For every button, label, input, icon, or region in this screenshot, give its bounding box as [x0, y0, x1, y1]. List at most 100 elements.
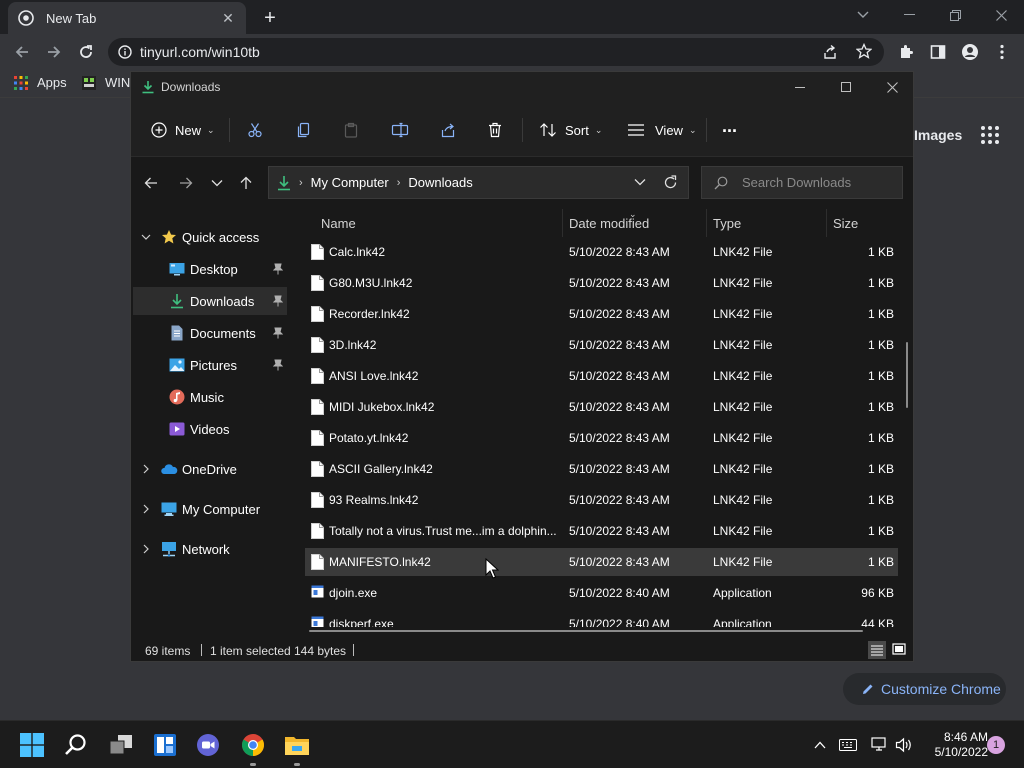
details-view-icon[interactable]: [868, 641, 886, 659]
file-row[interactable]: Calc.lnk42 5/10/2022 8:43 AM LNK42 File 1 K…: [305, 238, 898, 266]
breadcrumb-chevron-icon[interactable]: ›: [397, 177, 401, 189]
nav-documents[interactable]: Documents: [133, 319, 287, 347]
nav-my-computer[interactable]: My Computer: [133, 495, 287, 523]
google-apps-icon[interactable]: [980, 125, 1000, 145]
file-row[interactable]: diskperf.exe 5/10/2022 8:40 AM Application…: [305, 610, 898, 627]
keyboard-icon[interactable]: [838, 735, 858, 755]
notification-badge[interactable]: 1: [987, 736, 1005, 754]
file-row[interactable]: Potato.yt.lnk42 5/10/2022 8:43 AM LNK42 Fi…: [305, 424, 898, 452]
file-explorer-taskbar-button[interactable]: [282, 730, 312, 760]
breadcrumb-my-computer[interactable]: My Computer: [311, 175, 389, 190]
file-row[interactable]: G80.M3U.lnk42 5/10/2022 8:43 AM LNK42 File…: [305, 269, 898, 297]
forward-icon[interactable]: [40, 38, 68, 66]
column-header-size[interactable]: Size: [833, 216, 858, 231]
customize-chrome-button[interactable]: Customize Chrome: [843, 673, 1006, 705]
nav-downloads[interactable]: Downloads: [133, 287, 287, 315]
delete-button[interactable]: [487, 116, 503, 144]
bookmark-apps[interactable]: Apps: [14, 75, 67, 90]
reload-icon[interactable]: [72, 38, 100, 66]
new-tab-button[interactable]: +: [258, 6, 282, 30]
bookmark-star-icon[interactable]: [856, 43, 872, 59]
breadcrumb-downloads[interactable]: Downloads: [408, 175, 472, 190]
paste-button[interactable]: [343, 116, 359, 144]
widgets-button[interactable]: [150, 730, 180, 760]
new-button[interactable]: New ⌄: [151, 116, 215, 144]
tab-new-tab[interactable]: New Tab ✕: [8, 2, 246, 34]
clipboard-icon: [343, 122, 359, 138]
show-hidden-icons-icon[interactable]: [810, 735, 830, 755]
nav-videos[interactable]: Videos: [133, 415, 287, 443]
start-button[interactable]: [17, 730, 47, 760]
file-row[interactable]: djoin.exe 5/10/2022 8:40 AM Application 96 …: [305, 579, 898, 607]
nav-network[interactable]: Network: [133, 535, 287, 563]
vertical-scrollbar[interactable]: [906, 342, 908, 408]
omnibox[interactable]: tinyurl.com/win10tb: [108, 38, 884, 66]
refresh-icon[interactable]: [663, 175, 678, 190]
close-tab-icon[interactable]: ✕: [220, 10, 236, 26]
column-divider[interactable]: [706, 209, 707, 237]
view-button[interactable]: View ⌄: [627, 116, 697, 144]
maximize-window-button[interactable]: [823, 72, 869, 102]
share-icon[interactable]: [822, 44, 838, 60]
clock[interactable]: 8:46 AM 5/10/2022: [918, 730, 988, 760]
side-panel-icon[interactable]: [924, 38, 952, 66]
file-row[interactable]: 3D.lnk42 5/10/2022 8:43 AM LNK42 File 1 KB: [305, 331, 898, 359]
bookmark-win[interactable]: WIN: [82, 75, 130, 90]
forward-icon[interactable]: [172, 169, 200, 197]
horizontal-scrollbar[interactable]: [309, 630, 863, 632]
file-row[interactable]: ANSI Love.lnk42 5/10/2022 8:43 AM LNK42 Fi…: [305, 362, 898, 390]
column-divider[interactable]: [826, 209, 827, 237]
expand-chevron-icon[interactable]: [139, 502, 153, 516]
nav-quick-access[interactable]: Quick access: [133, 223, 287, 251]
column-header-date[interactable]: Date modified: [569, 216, 649, 231]
teams-chat-button[interactable]: [193, 730, 223, 760]
back-icon[interactable]: [137, 169, 165, 197]
network-status-icon[interactable]: [870, 735, 890, 755]
sort-button[interactable]: Sort ⌄: [539, 116, 602, 144]
task-view-button[interactable]: [106, 730, 136, 760]
copy-button[interactable]: [296, 116, 312, 144]
cut-button[interactable]: [247, 116, 263, 144]
file-row[interactable]: MANIFESTO.lnk42 5/10/2022 8:43 AM LNK42 Fi…: [305, 548, 898, 576]
column-header-name[interactable]: Name: [321, 216, 356, 231]
expand-chevron-icon[interactable]: [139, 230, 153, 244]
back-icon[interactable]: [8, 38, 36, 66]
nav-onedrive[interactable]: OneDrive: [133, 455, 287, 483]
extensions-icon[interactable]: [892, 38, 920, 66]
expand-chevron-icon[interactable]: [139, 542, 153, 556]
chrome-menu-icon[interactable]: [988, 38, 1016, 66]
profile-avatar-icon[interactable]: [956, 38, 984, 66]
file-row[interactable]: 93 Realms.lnk42 5/10/2022 8:43 AM LNK42 Fi…: [305, 486, 898, 514]
expand-chevron-icon[interactable]: [139, 462, 153, 476]
see-more-button[interactable]: ...: [722, 112, 737, 140]
file-row[interactable]: Recorder.lnk42 5/10/2022 8:43 AM LNK42 Fil…: [305, 300, 898, 328]
site-info-icon[interactable]: [118, 45, 132, 59]
search-downloads-input[interactable]: Search Downloads: [701, 166, 903, 199]
volume-icon[interactable]: [894, 735, 914, 755]
close-window-button[interactable]: [869, 72, 915, 102]
close-browser-button[interactable]: [978, 0, 1024, 30]
tiles-view-icon[interactable]: [890, 641, 908, 659]
up-folder-icon[interactable]: [232, 169, 260, 197]
file-row[interactable]: MIDI Jukebox.lnk42 5/10/2022 8:43 AM LNK42…: [305, 393, 898, 421]
file-row[interactable]: ASCII Gallery.lnk42 5/10/2022 8:43 AM LNK4…: [305, 455, 898, 483]
restore-browser-button[interactable]: [932, 0, 978, 30]
rename-button[interactable]: [391, 116, 409, 144]
column-divider[interactable]: [562, 209, 563, 237]
file-row[interactable]: Totally not a virus.Trust me...im a dolp…: [305, 517, 898, 545]
minimize-browser-button[interactable]: [886, 0, 932, 30]
chrome-taskbar-button[interactable]: [238, 730, 268, 760]
nav-music[interactable]: Music: [133, 383, 287, 411]
tab-search-icon[interactable]: [840, 0, 886, 30]
nav-pictures[interactable]: Pictures: [133, 351, 287, 379]
images-link[interactable]: Images: [914, 127, 962, 143]
address-bar[interactable]: › My Computer › Downloads: [268, 166, 689, 199]
nav-desktop[interactable]: Desktop: [133, 255, 287, 283]
breadcrumb-chevron-icon[interactable]: ›: [299, 177, 303, 189]
search-button[interactable]: [61, 730, 91, 760]
minimize-window-button[interactable]: [777, 72, 823, 102]
column-header-type[interactable]: Type: [713, 216, 741, 231]
share-button[interactable]: [440, 116, 456, 144]
recent-locations-icon[interactable]: [203, 169, 231, 197]
address-history-icon[interactable]: [634, 178, 646, 186]
